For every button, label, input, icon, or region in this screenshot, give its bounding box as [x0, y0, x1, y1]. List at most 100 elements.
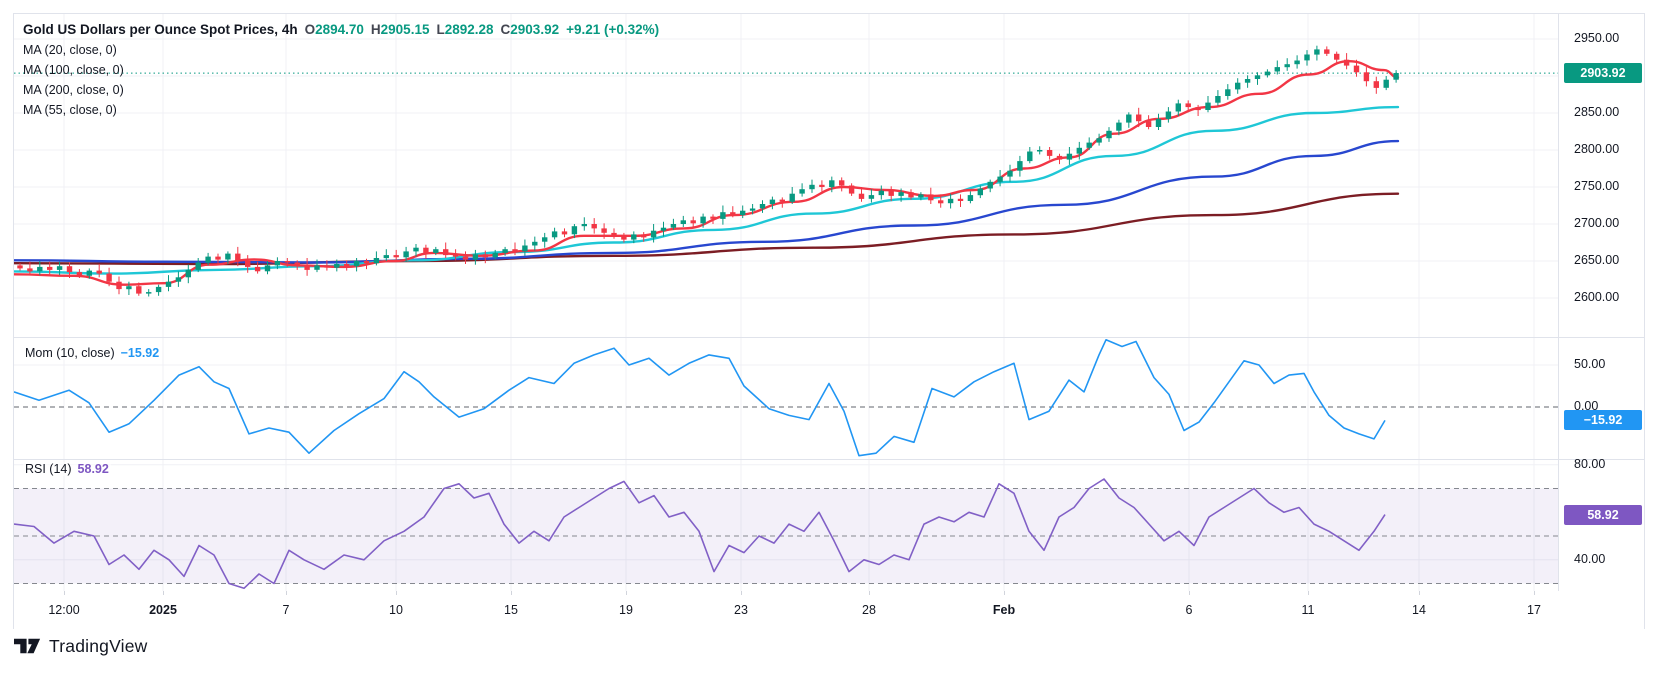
ohlc-letter-L: L: [436, 22, 444, 37]
candle-body: [532, 242, 537, 246]
candle-body: [879, 191, 884, 195]
candle-body: [928, 194, 933, 200]
rsi-value: 58.92: [78, 462, 109, 476]
candle-body: [215, 257, 220, 260]
time-tick: [396, 591, 397, 595]
ohlc-value-C: 2903.92: [510, 22, 559, 37]
candle-body: [710, 217, 715, 219]
candle-body: [57, 266, 62, 270]
candle-body: [344, 264, 349, 266]
pane-divider-main-mom[interactable]: [14, 337, 1644, 338]
candle-body: [1393, 73, 1398, 80]
candle-body: [126, 286, 131, 289]
price-tick-2850: 2850.00: [1574, 105, 1619, 119]
candle-body: [1007, 171, 1012, 177]
candle-body: [17, 265, 22, 268]
ma55-line: [14, 107, 1398, 274]
price-tick-2650: 2650.00: [1574, 253, 1619, 267]
ma100-line: [14, 141, 1398, 262]
candle-body: [502, 249, 507, 253]
candle-body: [562, 231, 567, 234]
time-label-15: 15: [504, 603, 518, 617]
ma-legend-row-3[interactable]: MA (55, close, 0): [23, 100, 659, 120]
candle-body: [1156, 119, 1161, 127]
candle-body: [839, 180, 844, 185]
change-value: +9.21 (+0.32%): [566, 22, 659, 37]
candle-body: [889, 191, 894, 196]
pane-divider-mom-rsi[interactable]: [14, 459, 1644, 460]
candle-body: [512, 249, 517, 251]
candle-body: [829, 180, 834, 187]
candle-body: [1186, 103, 1191, 107]
candle-body: [592, 224, 597, 228]
candle-body: [1205, 103, 1210, 110]
candle-body: [384, 255, 389, 258]
candle-body: [1285, 64, 1290, 67]
candle-body: [1334, 54, 1339, 60]
candle-body: [621, 237, 626, 240]
brand-name: TradingView: [49, 636, 148, 657]
time-axis[interactable]: 12:00202571015192328Feb6111417: [14, 591, 1644, 629]
ma-legend-row-1[interactable]: MA (100, close, 0): [23, 60, 659, 80]
candle-body: [1087, 143, 1092, 148]
candle-body: [1215, 96, 1220, 103]
candle-body: [1245, 79, 1250, 83]
candle-body: [176, 277, 181, 281]
candle-body: [1374, 81, 1379, 88]
candle-body: [146, 292, 151, 294]
rsi-legend[interactable]: RSI (14)58.92: [23, 462, 111, 476]
candle-body: [651, 231, 656, 238]
candle-body: [1384, 80, 1389, 88]
page: Gold US Dollars per Ounce Spot Prices, 4…: [0, 0, 1654, 674]
candle-body: [938, 200, 943, 203]
time-tick: [626, 591, 627, 595]
candle-body: [1354, 66, 1359, 73]
candle-body: [1027, 152, 1032, 162]
ohlc-value-H: 2905.15: [381, 22, 430, 37]
time-label-7: 7: [283, 603, 290, 617]
candle-body: [97, 271, 102, 274]
time-label-17: 17: [1527, 603, 1541, 617]
candle-body: [522, 246, 527, 252]
symbol-title: Gold US Dollars per Ounce Spot Prices, 4…: [23, 22, 298, 37]
candle-body: [304, 265, 309, 270]
candle-body: [27, 268, 32, 271]
candle-body: [849, 186, 854, 194]
momentum-legend[interactable]: Mom (10, close)−15.92: [23, 346, 161, 360]
candle-body: [1146, 121, 1151, 127]
time-label-10: 10: [389, 603, 403, 617]
brand-footer[interactable]: TradingView: [14, 634, 148, 658]
ohlc-value-L: 2892.28: [445, 22, 494, 37]
symbol-title-row[interactable]: Gold US Dollars per Ounce Spot Prices, 4…: [23, 20, 659, 40]
candle-body: [37, 267, 42, 271]
candle-body: [780, 200, 785, 202]
candle-body: [493, 253, 498, 257]
candle-body: [1057, 156, 1062, 160]
candle-body: [631, 234, 636, 239]
ma-legend-row-0[interactable]: MA (20, close, 0): [23, 40, 659, 60]
candle-body: [463, 257, 468, 260]
momentum-badge: −15.92: [1564, 410, 1642, 430]
ma-legend-row-2[interactable]: MA (200, close, 0): [23, 80, 659, 100]
candle-body: [1265, 72, 1270, 76]
candle-body: [403, 251, 408, 257]
ohlc-value-O: 2894.70: [315, 22, 364, 37]
rsi-band: [14, 489, 1558, 584]
candle-body: [423, 248, 428, 253]
candle-body: [720, 212, 725, 219]
candle-body: [681, 220, 686, 224]
candle-body: [186, 270, 191, 277]
candle-body: [1314, 49, 1319, 54]
time-label-12:00: 12:00: [48, 603, 79, 617]
candle-body: [47, 267, 52, 270]
candle-body: [205, 257, 210, 263]
candle-body: [908, 192, 913, 197]
candle-body: [275, 261, 280, 265]
candle-body: [364, 261, 369, 263]
candle-body: [948, 199, 953, 203]
candle-body: [1017, 161, 1022, 171]
time-label-11: 11: [1302, 603, 1315, 617]
candle-body: [572, 226, 577, 234]
candle-body: [898, 192, 903, 196]
candle-body: [106, 274, 111, 282]
